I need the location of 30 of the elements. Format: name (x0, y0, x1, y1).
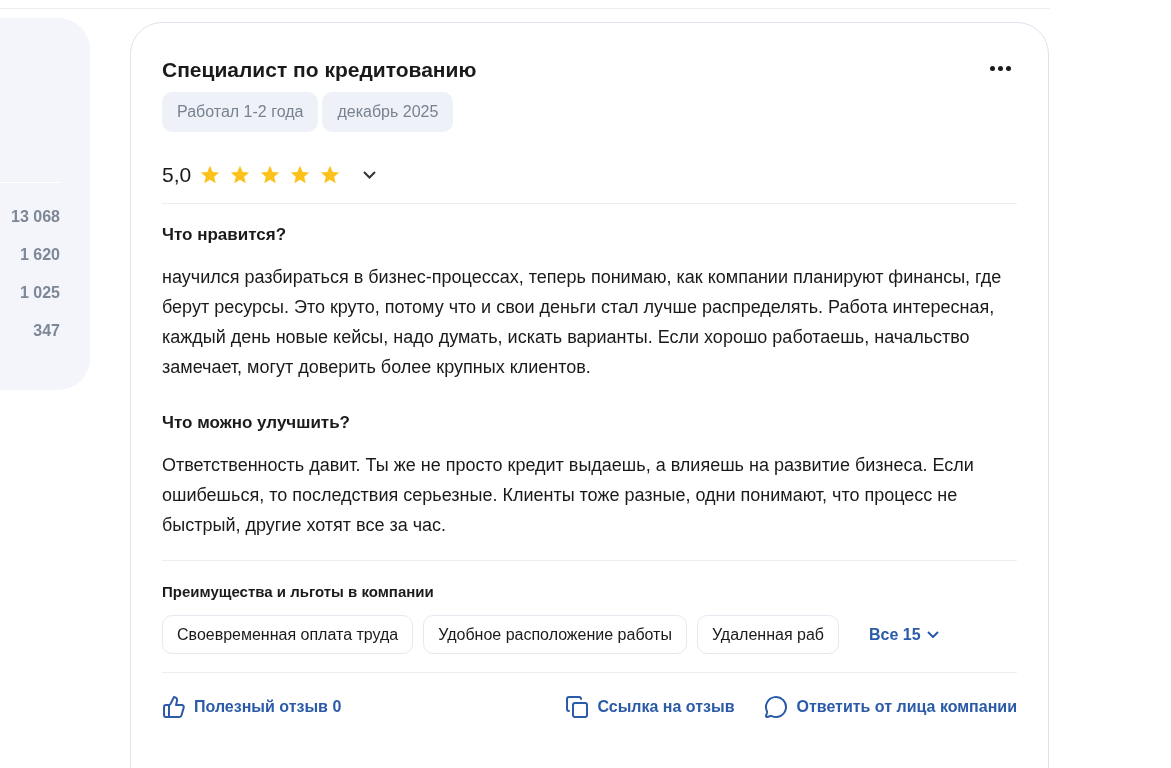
section-text: научился разбираться в бизнес-процессах, теперь понимаю, как компании планируют финансы, где берут ресурсы. Это круто, потому что и свои деньги стал лучше распределять. Работа интересная, каждый день новые кейсы, надо думать, искать варианты. Если хорошо работаешь, начальство замечает, могут доверить более крупных клиентов. (162, 266, 1003, 379)
benefit-tag: Удаленная раб (696, 615, 839, 654)
review-title: Специалист по кредитованию (162, 57, 477, 83)
action-link[interactable]: Ответить от лица компании (764, 695, 1017, 719)
info-tag: Работал 1-2 года (162, 92, 319, 132)
count-text: 1 620 (19, 245, 60, 265)
section-heading: Что нравится? (162, 224, 288, 246)
star-icon (319, 164, 342, 186)
count-text: 1 025 (19, 283, 60, 303)
count-text: 347 (33, 321, 60, 341)
rating-value: 5,0 (162, 162, 192, 189)
section-heading: Что можно улучшить? (162, 412, 351, 434)
benefit-tag: Удобное расположение работы (423, 615, 687, 654)
chevron-down-icon (926, 631, 939, 638)
star-icon (199, 164, 222, 186)
chat-icon (764, 695, 789, 719)
section-text: Ответственность давит. Ты же не просто кредит выдаешь, а влияешь на развитие бизнеса. Если ошибешься, то последствия серьезные. Клиенты тоже разные, одни понимают, что процесс не быстрый, другие хотят все за час. (162, 454, 975, 537)
action-link[interactable]: Ссылка на отзыв (565, 695, 735, 719)
thumbs-up-icon (162, 695, 186, 719)
info-tag: декабрь 2025 (322, 92, 454, 132)
star-icon (289, 164, 312, 186)
star-icon (259, 164, 282, 186)
copy-icon (565, 695, 590, 719)
benefits-heading: Преимущества и льготы в компании (162, 582, 435, 602)
count-text: 13 068 (11, 207, 60, 227)
helpful-button[interactable]: Полезный отзыв 0 (162, 695, 342, 719)
star-icon (229, 164, 252, 186)
show-all-button[interactable]: Все 15 (868, 622, 939, 647)
chevron-down-icon[interactable] (363, 171, 377, 179)
benefit-tag: Своевременная оплата труда (162, 615, 414, 654)
